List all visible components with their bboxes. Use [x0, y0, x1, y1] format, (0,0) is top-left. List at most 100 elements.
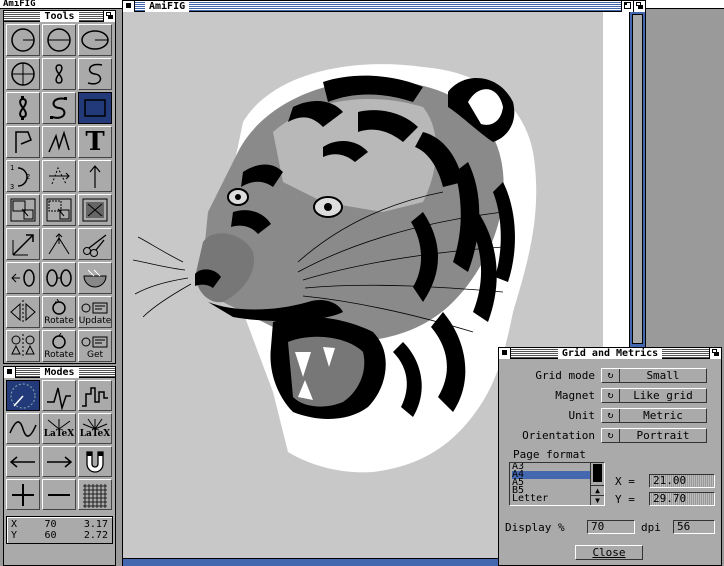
scale-tool[interactable] [6, 228, 40, 260]
polyline-tool[interactable] [42, 126, 76, 158]
break-compound-icon [11, 269, 35, 287]
modes-title-bar[interactable]: Modes [4, 367, 115, 378]
move-tool[interactable] [42, 194, 76, 226]
mode-manhattan[interactable] [78, 380, 112, 411]
grid-mode-cycle[interactable]: ↻ Small [601, 368, 707, 383]
depth-gadget-icon[interactable] [103, 11, 115, 22]
edit-point-tool[interactable] [42, 228, 76, 260]
unit-value: Metric [643, 409, 683, 422]
mode-arrow-left[interactable] [6, 446, 40, 477]
delete-tool[interactable] [78, 194, 112, 226]
rotate-tool[interactable]: Rotate [42, 296, 76, 328]
interp-open-spline-tool[interactable] [42, 92, 76, 124]
page-y-field[interactable]: 29.70 [649, 492, 715, 506]
text-tool[interactable]: T [78, 126, 112, 158]
ellipse-diameter-tool[interactable] [6, 58, 40, 90]
mode-zoom-out[interactable] [42, 479, 76, 510]
plus-icon [12, 483, 34, 506]
display-percent-field[interactable]: 70 [587, 520, 635, 534]
tools-window: Tools T 123 Rotate Update Rotate Get [3, 10, 116, 364]
scissors-icon [83, 234, 107, 257]
interp-closed-spline-tool[interactable] [6, 92, 40, 124]
add-point-tool[interactable] [78, 160, 112, 192]
align-tool[interactable] [6, 330, 40, 362]
grid-mode-label: Grid mode [535, 369, 595, 382]
zoom-gadget-icon[interactable] [621, 1, 633, 12]
mode-curve[interactable] [6, 413, 40, 444]
polygon-tool[interactable] [6, 126, 40, 158]
canvas-depth-gadget-icon[interactable] [633, 1, 645, 12]
page-format-item[interactable]: Letter [512, 494, 590, 504]
move-point-tool[interactable] [42, 160, 76, 192]
tools-grid: T 1 2 3 Rotate Update Rotate Get [4, 22, 115, 364]
orientation-cycle[interactable]: ↻ Portrait [601, 428, 707, 443]
move-icon [46, 198, 72, 222]
canvas-title: AmiFIG [145, 1, 190, 12]
flip-tool[interactable] [6, 296, 40, 328]
ellipse-radius-tool[interactable] [78, 24, 112, 56]
mode-zoom-in[interactable] [6, 479, 40, 510]
mode-latex-vector[interactable]: LaTeX [78, 413, 112, 444]
grid-metrics-close-icon[interactable] [499, 348, 511, 359]
page-x-field[interactable]: 21.00 [649, 474, 715, 488]
scale-icon [12, 234, 34, 256]
copy-tool[interactable] [6, 194, 40, 226]
scroll-down-icon[interactable]: ▼ [591, 495, 604, 505]
polygon-icon [15, 131, 32, 153]
circle-diameter-tool[interactable] [42, 24, 76, 56]
magnet-value: Like grid [633, 389, 693, 402]
circle-diameter-icon [47, 28, 71, 52]
area-fill-tool[interactable] [78, 262, 112, 294]
ellipse-cross-icon [11, 62, 35, 86]
tools-title-bar[interactable]: Tools [4, 11, 115, 22]
magnet-cycle[interactable]: ↻ Like grid [601, 388, 707, 403]
closed-spline-tool[interactable] [42, 58, 76, 90]
close-button[interactable]: Close [575, 545, 643, 560]
mode-grid-display[interactable] [6, 380, 40, 411]
canvas-close-gadget-icon[interactable] [123, 1, 135, 12]
grid-metrics-title-bar[interactable]: Grid and Metrics [499, 348, 721, 359]
box-icon [84, 99, 106, 117]
area-fill-icon [83, 269, 107, 288]
format-scrollbar[interactable]: ▲ ▼ [590, 463, 604, 505]
box-tool[interactable] [78, 92, 112, 124]
scroll-up-icon[interactable]: ▲ [591, 485, 604, 495]
mode-arrow-right[interactable] [42, 446, 76, 477]
update-tool[interactable]: Update [78, 296, 112, 328]
ellipse-radius-icon [81, 30, 109, 50]
format-items: A3 A4 A5 B5 Letter [510, 463, 590, 504]
circle-radius-tool[interactable] [6, 24, 40, 56]
latex-label-2: LaTeX [79, 429, 111, 439]
page-format-label: Page format [513, 448, 586, 461]
open-spline-tool[interactable] [78, 58, 112, 90]
page-format-list[interactable]: A3 A4 A5 B5 Letter ▲ ▼ [509, 462, 605, 506]
grid-metrics-depth-icon[interactable] [709, 348, 721, 359]
cut-tool[interactable] [78, 228, 112, 260]
grid-icon [83, 483, 107, 508]
format-scroll-thumb[interactable] [593, 464, 602, 482]
mode-magnet[interactable] [78, 446, 112, 477]
close-gadget-icon[interactable] [4, 367, 16, 378]
unit-cycle[interactable]: ↻ Metric [601, 408, 707, 423]
grid-metrics-window: Grid and Metrics Grid mode ↻ Small Magnet… [498, 347, 722, 566]
rotate-copy-label: Rotate [44, 349, 74, 360]
mode-grid[interactable] [78, 479, 112, 510]
canvas-title-bar[interactable]: AmiFIG [123, 1, 645, 12]
arc-tool[interactable]: 1 2 3 [6, 160, 40, 192]
mode-latex-arrow[interactable]: LaTeX [42, 413, 76, 444]
coord-x-value: 70 [44, 519, 57, 530]
coord-y-label: Y [11, 530, 18, 541]
mode-latex-line[interactable] [42, 380, 76, 411]
get-icon [81, 336, 108, 347]
break-compound-tool[interactable] [6, 262, 40, 294]
scroll-thumb[interactable] [632, 14, 643, 344]
dpi-field[interactable]: 56 [673, 520, 715, 534]
polyline-icon [48, 130, 70, 153]
add-point-icon [89, 165, 101, 188]
join-compound-tool[interactable] [42, 262, 76, 294]
rotate-copy-tool[interactable]: Rotate [42, 330, 76, 362]
tools-title: Tools [40, 11, 79, 22]
text-icon: T [85, 127, 105, 157]
get-tool[interactable]: Get [78, 330, 112, 362]
edit-point-icon [48, 233, 70, 255]
